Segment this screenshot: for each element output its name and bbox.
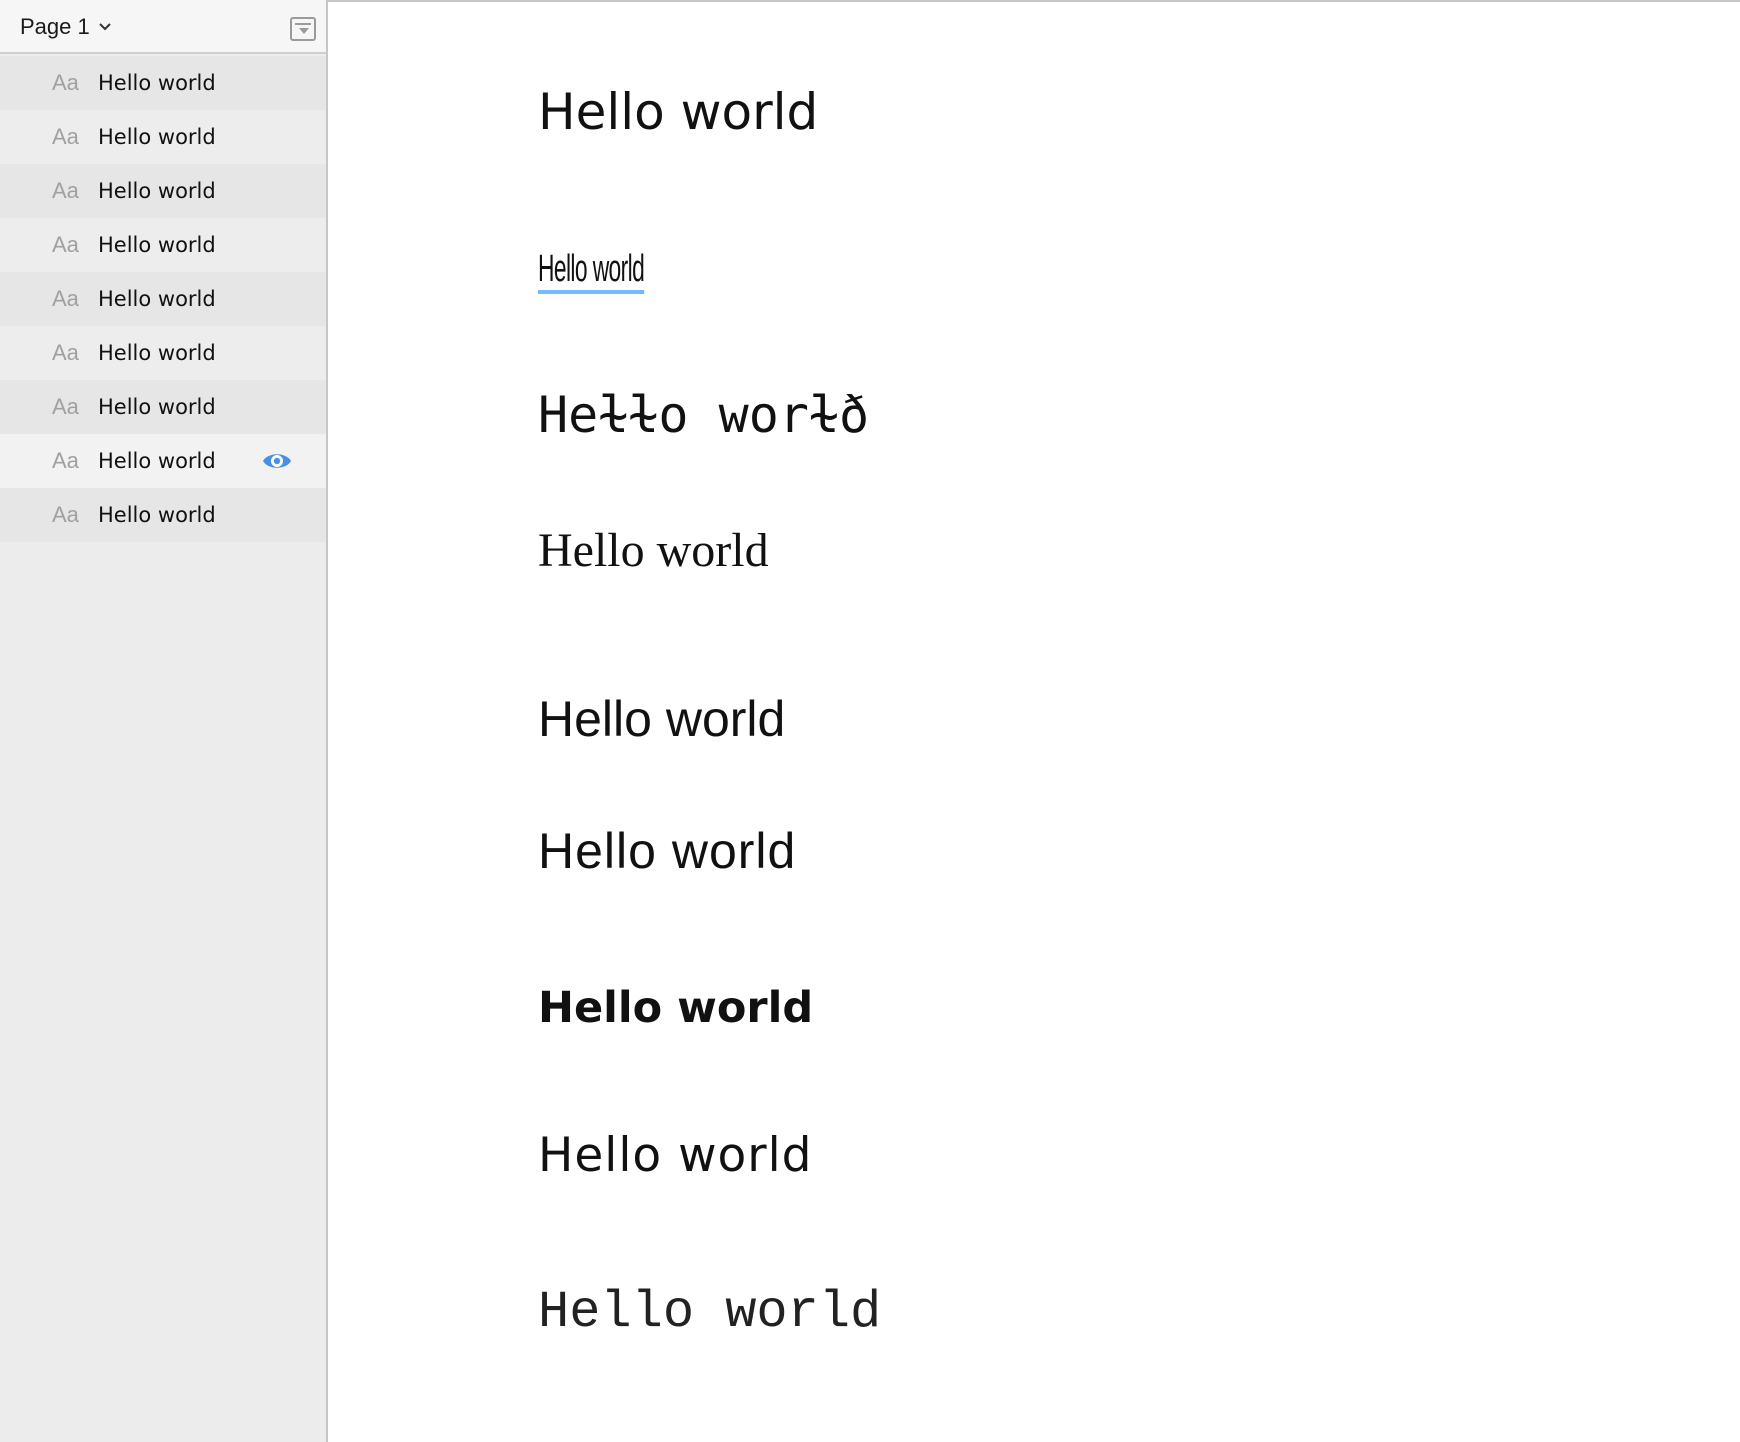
layer-item[interactable]: Aa Hello world [0,110,326,164]
text-layer-icon: Aa [52,394,79,419]
text-sample[interactable]: Hello world [538,694,785,744]
chevron-down-icon [99,23,111,31]
layer-label: Hello world [98,179,216,203]
layer-item[interactable]: Aa Hello world [0,218,326,272]
text-sample[interactable]: Hello world [538,987,813,1030]
text-sample[interactable]: Hello world [538,1132,812,1179]
page-selector-label: Page 1 [20,14,90,39]
layer-item[interactable]: Aa Hello world [0,434,326,488]
text-layer-icon: Aa [52,178,79,203]
text-layer-icon: Aa [52,286,79,311]
text-sample[interactable]: Hello world [538,527,769,575]
text-layer-icon: Aa [52,340,79,365]
text-sample[interactable]: Hello world [538,1287,881,1339]
layer-item[interactable]: Aa Hello world [0,380,326,434]
text-layer-icon: Aa [52,232,79,257]
text-layer-icon: Aa [52,502,79,527]
text-sample[interactable]: Hello world [538,826,796,876]
layer-item[interactable]: Aa Hello world [0,272,326,326]
text-sample[interactable]: Hello world [538,87,818,137]
layer-label: Hello world [98,125,216,149]
text-sample[interactable]: Heɫɫo worɫð [538,390,869,440]
page-selector[interactable]: Page 1 [20,14,112,40]
layer-label: Hello world [98,71,216,95]
layer-item[interactable]: Aa Hello world [0,164,326,218]
layer-label: Hello world [98,503,216,527]
layer-item[interactable]: Aa Hello world [0,488,326,542]
layer-label: Hello world [98,341,216,365]
app-window: Page 1 Aa Hello world Aa Hello world Aa [0,0,1740,1442]
text-sample-selected[interactable]: Hello world [538,250,645,294]
text-layer-icon: Aa [52,70,79,95]
collapse-panel-icon[interactable] [290,17,316,41]
design-canvas[interactable]: Hello world Hello world Heɫɫo worɫð Hell… [328,0,1740,1442]
layer-label: Hello world [98,395,216,419]
layer-list: Aa Hello world Aa Hello world Aa Hello w… [0,56,326,542]
layer-label: Hello world [98,287,216,311]
eye-icon[interactable] [261,449,293,473]
text-layer-icon: Aa [52,448,79,473]
layer-label: Hello world [98,449,216,473]
layer-item[interactable]: Aa Hello world [0,326,326,380]
layer-label: Hello world [98,233,216,257]
sidebar-header: Page 1 [0,0,326,54]
layers-sidebar: Page 1 Aa Hello world Aa Hello world Aa [0,0,328,1442]
layer-item[interactable]: Aa Hello world [0,56,326,110]
text-layer-icon: Aa [52,124,79,149]
